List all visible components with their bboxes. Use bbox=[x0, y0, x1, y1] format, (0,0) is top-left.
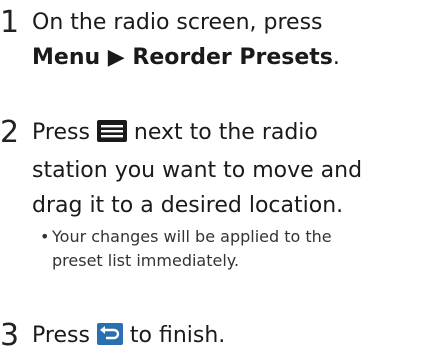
step-word: next to the radio bbox=[133, 120, 318, 145]
step-text: Press next to the radio station you want… bbox=[32, 115, 432, 223]
step-line: Press next to the radio bbox=[32, 115, 432, 153]
step-line: Press to finish. bbox=[32, 318, 432, 356]
menu-path: Menu ▶ Reorder Presets bbox=[32, 45, 333, 70]
punctuation: . bbox=[332, 45, 340, 70]
step-number: 3 bbox=[0, 318, 20, 353]
step-word: Press bbox=[32, 323, 90, 348]
step-number: 2 bbox=[0, 115, 20, 150]
sub-note-text: Your changes will be applied to the pres… bbox=[52, 225, 432, 273]
back-arrow-icon bbox=[96, 321, 123, 356]
step-word: Press bbox=[32, 120, 90, 145]
step-1: 1 On the radio screen, press Menu ▶ Reor… bbox=[0, 5, 433, 75]
step-text: Press to finish. bbox=[32, 318, 432, 356]
step-2: 2 Press next to the radio station you wa… bbox=[0, 115, 433, 315]
step-line: drag it to a desired location. bbox=[32, 193, 344, 218]
step-number: 1 bbox=[0, 5, 20, 40]
bullet: • bbox=[40, 227, 50, 246]
step-3: 3 Press to finish. bbox=[0, 318, 433, 358]
sub-note-line: Your changes will be applied to the bbox=[52, 227, 332, 246]
sub-note-line: preset list immediately. bbox=[52, 251, 240, 270]
list-menu-icon bbox=[96, 118, 127, 153]
step-line: On the radio screen, press bbox=[32, 10, 323, 35]
step-text: On the radio screen, press Menu ▶ Reorde… bbox=[32, 5, 432, 75]
step-line: station you want to move and bbox=[32, 158, 363, 183]
sub-note: • Your changes will be applied to the pr… bbox=[40, 225, 432, 275]
step-line: Menu ▶ Reorder Presets. bbox=[32, 40, 432, 75]
step-word: to finish. bbox=[129, 323, 226, 348]
